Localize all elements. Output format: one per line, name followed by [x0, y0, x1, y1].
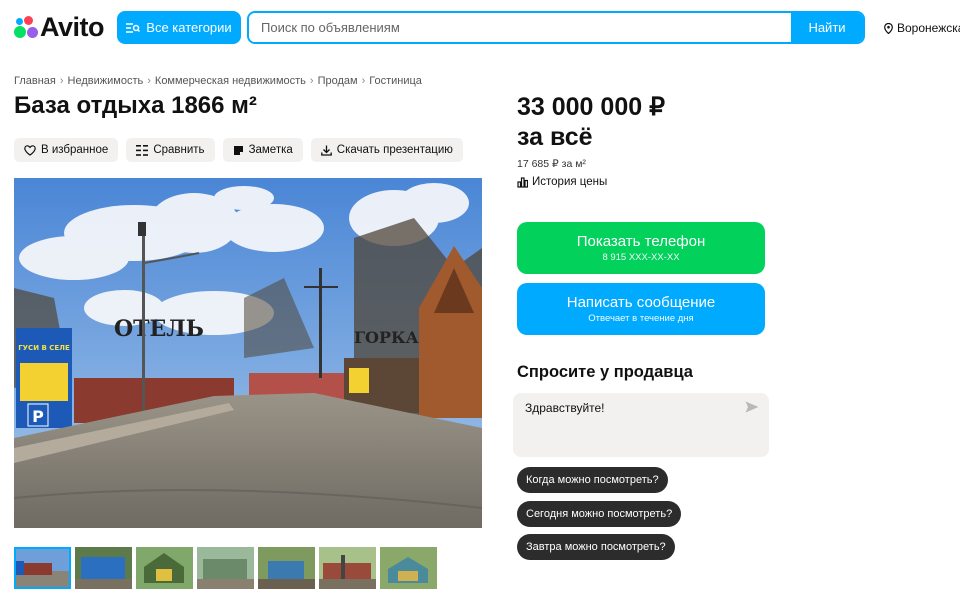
note-label: Заметка	[248, 144, 293, 156]
quick-question-chip[interactable]: Когда можно посмотреть?	[517, 467, 668, 493]
note-button[interactable]: Заметка	[222, 138, 303, 162]
gorka-sign-text: ГОРКА	[354, 328, 419, 347]
download-label: Скачать презентацию	[336, 144, 453, 156]
location-label: Воронежская	[897, 21, 960, 35]
breadcrumb-item[interactable]: Продам	[318, 75, 358, 87]
note-icon	[233, 145, 243, 155]
search-bar: Найти	[247, 11, 865, 44]
price-suffix: за всё	[517, 123, 593, 151]
main-photo[interactable]: ОТЕЛЬ ГОРКА ГУСИ В СЕЛЕ P	[14, 178, 482, 528]
breadcrumb-item[interactable]: Недвижимость	[68, 75, 144, 87]
location-selector[interactable]: Воронежская	[884, 21, 960, 35]
hotel-sign-text: ОТЕЛЬ	[114, 316, 204, 342]
download-presentation-button[interactable]: Скачать презентацию	[310, 138, 463, 162]
write-message-button[interactable]: Написать сообщение Отвечает в течение дн…	[517, 283, 765, 335]
breadcrumb-separator: ›	[309, 75, 314, 87]
photo-thumbnail[interactable]	[380, 547, 437, 589]
send-icon[interactable]	[745, 401, 759, 413]
breadcrumb-separator: ›	[147, 75, 151, 87]
photo-thumbnails	[14, 547, 437, 589]
price-value: 33 000 000 ₽	[517, 93, 665, 121]
price-block: 33 000 000 ₽ за всё	[517, 92, 665, 152]
menu-search-icon	[126, 22, 141, 33]
show-phone-label: Показать телефон	[576, 233, 706, 250]
quick-question-chip[interactable]: Сегодня можно посмотреть?	[517, 501, 682, 527]
listing-title: База отдыха 1866 м²	[14, 92, 257, 119]
show-phone-number: 8 915 XXX-XX-XX	[602, 252, 680, 263]
photo-thumbnail[interactable]	[197, 547, 254, 589]
photo-thumbnail[interactable]	[75, 547, 132, 589]
all-categories-label: Все категории	[146, 20, 232, 35]
avito-logo[interactable]: Avito	[12, 11, 105, 42]
breadcrumb-item[interactable]: Гостиница	[369, 75, 422, 87]
photo-scene: ОТЕЛЬ ГОРКА ГУСИ В СЕЛЕ P	[14, 178, 482, 528]
billboard-text: ГУСИ В СЕЛЕ	[18, 344, 70, 352]
search-input[interactable]	[249, 13, 791, 42]
breadcrumb-item[interactable]: Коммерческая недвижимость	[155, 75, 306, 87]
location-pin-icon	[884, 22, 893, 34]
show-phone-button[interactable]: Показать телефон 8 915 XXX-XX-XX	[517, 222, 765, 274]
price-history-label: История цены	[532, 176, 608, 188]
quick-question-chip[interactable]: Завтра можно посмотреть?	[517, 534, 675, 560]
price-history-link[interactable]: История цены	[517, 176, 607, 188]
download-icon	[320, 145, 332, 156]
chart-bars-icon	[517, 176, 528, 188]
write-message-label: Написать сообщение	[566, 294, 716, 311]
ask-seller-title: Спросите у продавца	[517, 363, 693, 381]
compare-label: Сравнить	[153, 144, 205, 156]
price-per-meter: 17 685 ₽ за м²	[517, 158, 586, 170]
parking-sign-text: P	[32, 407, 44, 426]
photo-thumbnail[interactable]	[14, 547, 71, 589]
breadcrumb-separator: ›	[361, 75, 366, 87]
listing-actions: В избранное Сравнить Заметка Скачать пре…	[14, 138, 463, 162]
favorite-button[interactable]: В избранное	[14, 138, 119, 162]
compare-icon	[136, 144, 149, 156]
ask-message-text: Здравствуйте!	[525, 401, 605, 415]
compare-button[interactable]: Сравнить	[126, 138, 215, 162]
photo-thumbnail[interactable]	[319, 547, 376, 589]
response-time: Отвечает в течение дня	[588, 313, 694, 324]
breadcrumb-item[interactable]: Главная	[14, 75, 56, 87]
logo-text: Avito	[40, 11, 105, 42]
photo-thumbnail[interactable]	[258, 547, 315, 589]
heart-icon	[24, 144, 36, 156]
photo-thumbnail[interactable]	[136, 547, 193, 589]
ask-seller-textarea[interactable]: Здравствуйте!	[513, 393, 769, 457]
all-categories-button[interactable]: Все категории	[117, 11, 241, 44]
favorite-label: В избранное	[41, 144, 109, 156]
logo-dots-icon	[12, 14, 38, 40]
breadcrumb: Главная › Недвижимость › Коммерческая не…	[14, 75, 422, 87]
breadcrumb-separator: ›	[59, 75, 64, 87]
search-button[interactable]: Найти	[791, 13, 863, 42]
